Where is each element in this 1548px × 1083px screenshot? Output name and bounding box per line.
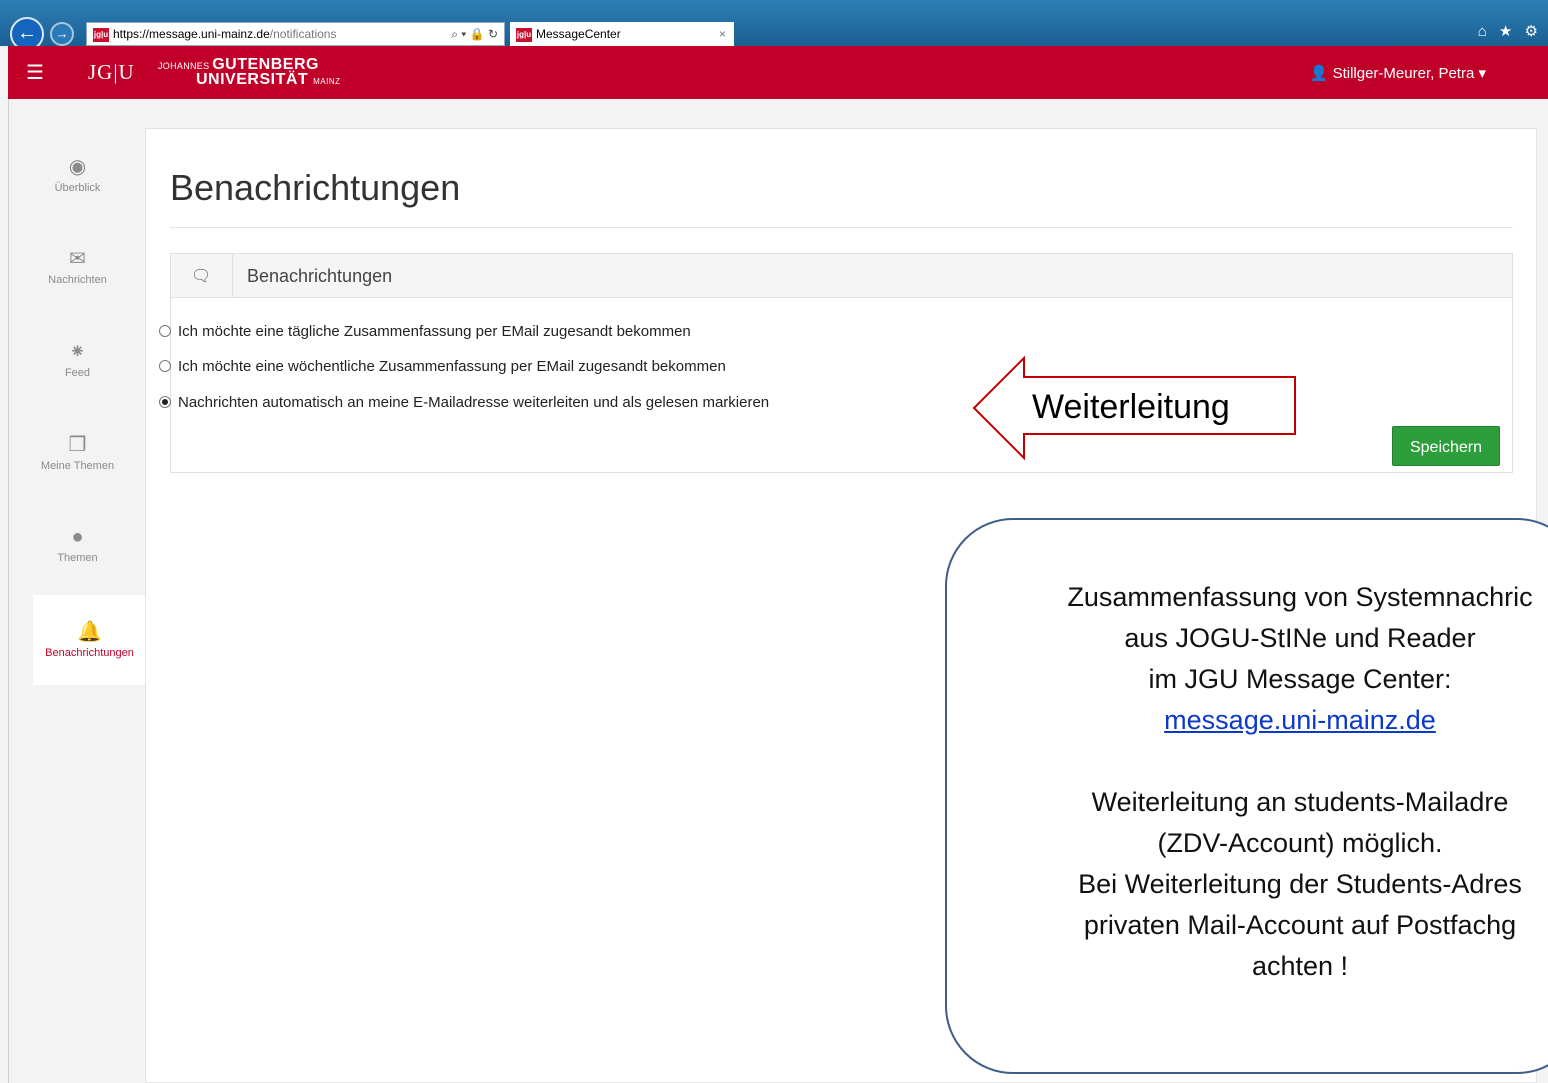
app-header: ☰ JG|U JOHANNES GUTENBERG UNIVERSITÄT MA… <box>8 46 1548 99</box>
envelope-icon: ✉ <box>69 248 86 270</box>
info-line: Bei Weiterleitung der Students-Adres <box>1078 869 1522 899</box>
site-favicon-icon: jg|u <box>93 27 109 42</box>
option-label: Ich möchte eine tägliche Zusammenfassung… <box>178 323 691 340</box>
pin-icon: ❒ <box>68 434 87 456</box>
info-line: Zusammenfassung von Systemnachric <box>1067 582 1533 612</box>
page-title: Benachrichtungen <box>170 167 461 208</box>
dashboard-icon: ◉ <box>68 156 87 178</box>
globe-icon: ● <box>71 526 84 548</box>
address-bar[interactable]: jg|u https://message.uni-mainz.de/notific… <box>86 22 505 46</box>
sidebar-item-label: Nachrichten <box>48 274 107 286</box>
comments-icon: 🗨 <box>191 268 212 285</box>
bell-icon: 🔔 <box>77 621 102 643</box>
radio-daily[interactable] <box>159 325 171 337</box>
sidebar-item-feed[interactable]: ⁕ Feed <box>9 339 146 379</box>
browser-toolbar: ← → jg|u https://message.uni-mainz.de/not… <box>0 0 1548 51</box>
sidebar-item-benachrichtungen[interactable]: 🔔 Benachrichtungen <box>33 595 146 685</box>
sidebar-item-themen[interactable]: ● Themen <box>9 526 146 564</box>
info-line: privaten Mail-Account auf Postfachg <box>1083 910 1517 940</box>
option-label: Ich möchte eine wöchentliche Zusammenfas… <box>178 358 726 375</box>
info-line: achten ! <box>1251 951 1349 981</box>
url-scheme: https:// <box>113 27 150 41</box>
sidebar-item-meine-themen[interactable]: ❒ Meine Themen <box>9 432 146 472</box>
option-label: Nachrichten automatisch an meine E-Maila… <box>178 394 770 411</box>
arrow-label: Weiterleitung <box>1032 388 1230 426</box>
browser-home-star-gear-icons[interactable]: ⌂ ★ ⚙ <box>1478 22 1542 40</box>
divider <box>232 254 233 297</box>
sidebar-item-label: Meine Themen <box>40 460 115 472</box>
user-name: Stillger-Meurer, Petra <box>1332 65 1475 82</box>
user-menu[interactable]: 👤 Stillger-Meurer, Petra ▾ <box>1310 64 1486 82</box>
sidebar-item-label: Feed <box>64 367 91 379</box>
option-daily-summary[interactable]: Ich möchte eine tägliche Zusammenfassung… <box>159 323 691 340</box>
divider <box>170 227 1513 228</box>
panel-title: Benachrichtungen <box>247 266 393 286</box>
sidebar-item-ueberblick[interactable]: ◉ Überblick <box>9 154 146 194</box>
forward-button[interactable]: → <box>50 22 74 46</box>
radio-forward[interactable] <box>159 396 171 408</box>
rss-icon: ⁕ <box>69 341 86 363</box>
sidebar-item-label: Themen <box>57 552 98 564</box>
jgu-logo[interactable]: JG|U <box>88 60 135 85</box>
sidebar-item-nachrichten[interactable]: ✉ Nachrichten <box>9 246 146 286</box>
wordmark-line2: UNIVERSITÄT <box>196 71 309 88</box>
url-path: /notifications <box>269 27 337 41</box>
info-line: im JGU Message Center: <box>1148 664 1452 694</box>
sidebar-item-label: Benachrichtungen <box>45 647 134 659</box>
panel-header: 🗨 Benachrichtungen <box>171 254 1512 298</box>
wordmark-prefix: JOHANNES <box>158 61 210 71</box>
info-line: (ZDV-Account) möglich. <box>1157 828 1443 858</box>
url-host: message.uni-mainz.de <box>149 27 270 41</box>
tab-favicon-icon: jg|u <box>516 27 532 42</box>
browser-tab[interactable]: jg|u MessageCenter × <box>510 22 734 46</box>
caret-down-icon: ▾ <box>1478 65 1486 82</box>
info-callout-text: Zusammenfassung von Systemnachric aus JO… <box>990 577 1548 987</box>
info-spacer <box>990 741 1548 782</box>
menu-burger-icon[interactable]: ☰ <box>26 60 44 85</box>
sidebar-item-label: Überblick <box>54 182 101 194</box>
address-tools[interactable]: ⌕ ▾ 🔒 ↻ <box>451 23 498 45</box>
tab-title: MessageCenter <box>536 27 621 41</box>
message-center-link[interactable]: message.uni-mainz.de <box>1164 705 1436 735</box>
university-wordmark: JOHANNES GUTENBERG UNIVERSITÄT MAINZ <box>158 57 341 89</box>
sidebar: ◉ Überblick ✉ Nachrichten ⁕ Feed ❒ Meine… <box>8 99 146 1083</box>
user-icon: 👤 <box>1309 65 1329 82</box>
radio-weekly[interactable] <box>159 360 171 372</box>
wordmark-suffix: MAINZ <box>313 77 341 86</box>
info-line: Weiterleitung an students-Mailadre <box>1091 787 1509 817</box>
info-line: aus JOGU-StINe und Reader <box>1124 623 1476 653</box>
tab-close-icon[interactable]: × <box>719 22 726 46</box>
notifications-panel: 🗨 Benachrichtungen Ich möchte eine tägli… <box>159 253 1513 473</box>
save-button[interactable]: Speichern <box>1392 426 1500 466</box>
option-forward-messages[interactable]: Nachrichten automatisch an meine E-Maila… <box>159 394 769 411</box>
option-weekly-summary[interactable]: Ich möchte eine wöchentliche Zusammenfas… <box>159 358 726 375</box>
